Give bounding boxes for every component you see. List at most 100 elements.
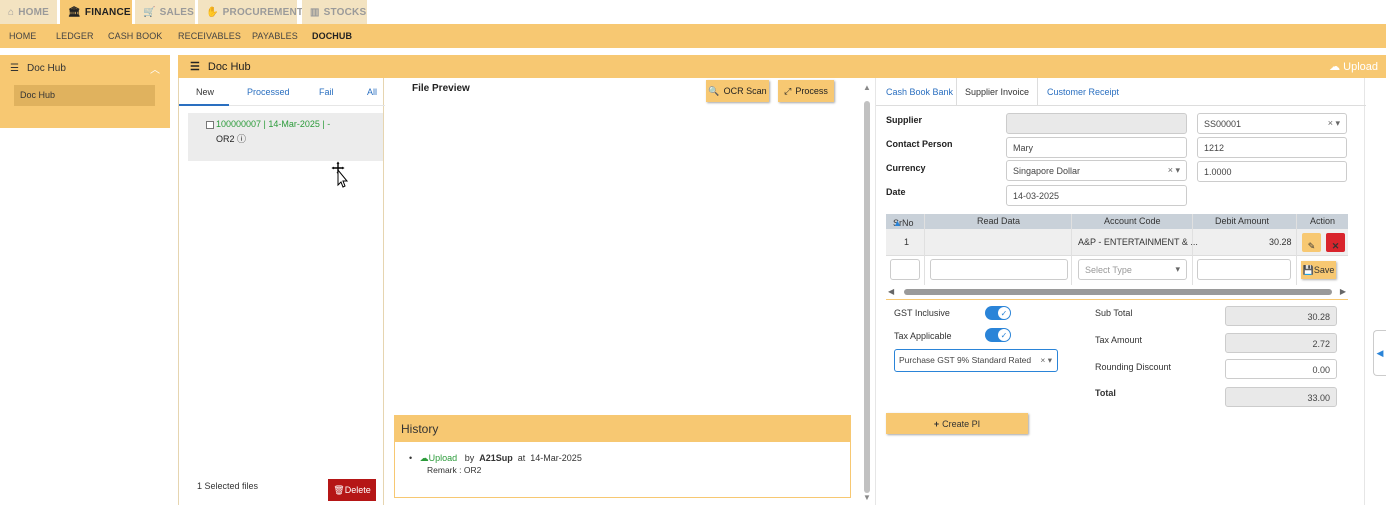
list-tab-new[interactable]: New (196, 87, 214, 97)
delete-label: Delete (344, 485, 371, 495)
subnav-cashbook[interactable]: CASH BOOK (108, 31, 162, 41)
total-field: 33.00 (1225, 387, 1337, 407)
tab-procurement[interactable]: ✋ PROCUREMENT (198, 0, 303, 24)
file-list-panel: New Processed Fail All 100000007 | 14-Ma… (178, 78, 385, 505)
scroll-right-icon[interactable]: ▶ (1340, 287, 1346, 296)
scroll-left-icon[interactable]: ◀ (888, 287, 894, 296)
subnav-receivables[interactable]: RECEIVABLES (178, 31, 241, 41)
tab-sales[interactable]: 🛒 SALES (135, 0, 195, 24)
grid-divider (924, 214, 925, 285)
search-icon: 🔍 (708, 85, 720, 96)
file-item-title[interactable]: 100000007 | 14-Mar-2025 | - (216, 119, 330, 129)
grid-divider (1192, 214, 1193, 285)
clear-icon[interactable]: × ▾ (1328, 118, 1340, 129)
gst-inclusive-label: GST Inclusive (894, 308, 950, 318)
date-label: Date (886, 187, 906, 197)
sidebar: ☰ Doc Hub ︿ Doc Hub (0, 55, 170, 128)
clear-icon[interactable]: × ▾ (1168, 165, 1180, 176)
selected-files-count: 1 Selected files (197, 481, 259, 491)
scrollbar-thumb[interactable] (904, 289, 1332, 295)
contact-number-field[interactable]: 1212 (1197, 137, 1347, 158)
grid-header: SrNo ▲ Read Data Account Code Debit Amou… (886, 214, 1348, 229)
list-item[interactable]: 100000007 | 14-Mar-2025 | - OR2 ⓘ (188, 113, 383, 161)
create-pi-button[interactable]: + Create PI (886, 413, 1028, 434)
tab-stocks-label: STOCKS (323, 6, 367, 18)
grid-scrollbar[interactable]: ◀ ▶ (886, 287, 1348, 297)
sidebar-header[interactable]: ☰ Doc Hub (10, 63, 66, 74)
col-action: Action (1310, 216, 1336, 226)
list-tab-fail[interactable]: Fail (319, 87, 334, 97)
file-checkbox[interactable] (206, 121, 214, 129)
list-tab-all[interactable]: All (367, 87, 377, 97)
tab-home[interactable]: ⌂ HOME (0, 0, 57, 24)
ocr-scan-button[interactable]: 🔍 OCR Scan (706, 80, 769, 102)
delete-button[interactable]: 🗑 Delete (328, 479, 376, 501)
tab-supplier-invoice[interactable]: Supplier Invoice (956, 78, 1039, 105)
save-icon: 💾 (1302, 264, 1314, 275)
scroll-down-icon[interactable]: ▼ (863, 493, 871, 502)
tax-code-select[interactable]: Purchase GST 9% Standard Rated × ▾ (894, 349, 1058, 372)
sort-asc-icon: ▲ (893, 218, 902, 228)
scrollbar-thumb[interactable] (864, 101, 870, 493)
section-divider (886, 299, 1348, 300)
tab-procurement-label: PROCUREMENT (222, 6, 304, 18)
new-srno-field[interactable] (890, 259, 920, 280)
history-remark: Remark : OR2 (427, 465, 482, 475)
col-debit-amount: Debit Amount (1215, 216, 1270, 226)
supplier-label: Supplier (886, 115, 923, 125)
scroll-up-icon[interactable]: ▲ (863, 83, 871, 92)
tab-finance[interactable]: 🏛 FINANCE (60, 0, 132, 24)
sidebar-item-dochub[interactable]: Doc Hub (14, 85, 155, 106)
row-srno: 1 (904, 237, 910, 247)
history-by: by (464, 453, 475, 463)
tab-customer-receipt[interactable]: Customer Receipt (1047, 87, 1119, 97)
grid-divider (1071, 214, 1072, 285)
subnav-dochub[interactable]: DOCHUB (312, 31, 352, 41)
contact-name-field[interactable]: Mary (1006, 137, 1187, 158)
new-read-data-field[interactable] (930, 259, 1068, 280)
currency-value: Singapore Dollar (1013, 166, 1081, 176)
menu-icon[interactable]: ☰ (190, 61, 200, 73)
preview-scrollbar[interactable]: ▲ ▼ (862, 83, 872, 503)
row-debit-amount: 30.28 (1269, 237, 1292, 247)
rounding-field[interactable]: 0.00 (1225, 359, 1337, 379)
date-field[interactable]: 14-03-2025 (1006, 185, 1187, 206)
tax-applicable-label: Tax Applicable (894, 331, 952, 341)
side-panel-toggle[interactable]: ◀ (1373, 330, 1386, 376)
edit-button[interactable]: ✎ (1302, 233, 1321, 252)
tab-cashbook-bank[interactable]: Cash Book Bank (886, 87, 953, 97)
cart-icon: 🛒 (143, 6, 156, 18)
main-header: ☰ Doc Hub ☁ Upload (178, 55, 1386, 78)
chevron-up-icon[interactable]: ︿ (150, 61, 160, 76)
exchange-rate-field[interactable]: 1.0000 (1197, 161, 1347, 182)
save-row-button[interactable]: 💾 Save (1301, 261, 1336, 279)
history-user: A21Sup (479, 453, 513, 463)
tax-applicable-toggle[interactable]: ✓ (985, 328, 1011, 342)
total-label: Total (1095, 388, 1116, 398)
tab-home-label: HOME (18, 6, 50, 18)
subnav-ledger[interactable]: LEDGER (56, 31, 94, 41)
chevron-left-icon: ◀ (1376, 347, 1384, 358)
tab-stocks[interactable]: ▥ STOCKS (302, 0, 367, 24)
delete-row-button[interactable]: ✕ (1326, 233, 1345, 252)
list-tab-processed[interactable]: Processed (247, 87, 290, 97)
active-tab-indicator (179, 104, 229, 106)
info-icon[interactable]: ⓘ (237, 134, 246, 144)
process-button[interactable]: ⤢ Process (778, 80, 834, 102)
subnav-home[interactable]: HOME (9, 31, 36, 41)
subnav-payables[interactable]: PAYABLES (252, 31, 298, 41)
supplier-code-select[interactable]: SS00001 × ▾ (1197, 113, 1347, 134)
new-debit-field[interactable] (1197, 259, 1291, 280)
tax-code-value: Purchase GST 9% Standard Rated (899, 355, 1032, 365)
clear-icon[interactable]: × ▾ (1040, 355, 1052, 366)
upload-button[interactable]: ☁ Upload (1329, 60, 1378, 73)
supplier-code-value: SS00001 (1204, 119, 1242, 129)
create-pi-label: Create PI (942, 418, 981, 429)
select-type-dropdown[interactable]: Select Type ▾ (1078, 259, 1187, 280)
sidebar-title: Doc Hub (26, 63, 66, 74)
history-at: at (517, 453, 526, 463)
currency-select[interactable]: Singapore Dollar × ▾ (1006, 160, 1187, 181)
gst-inclusive-toggle[interactable]: ✓ (985, 306, 1011, 320)
ocr-scan-label: OCR Scan (723, 86, 767, 96)
table-row[interactable]: 1 A&P - ENTERTAINMENT & ... 30.28 ✎ ✕ (886, 229, 1348, 256)
